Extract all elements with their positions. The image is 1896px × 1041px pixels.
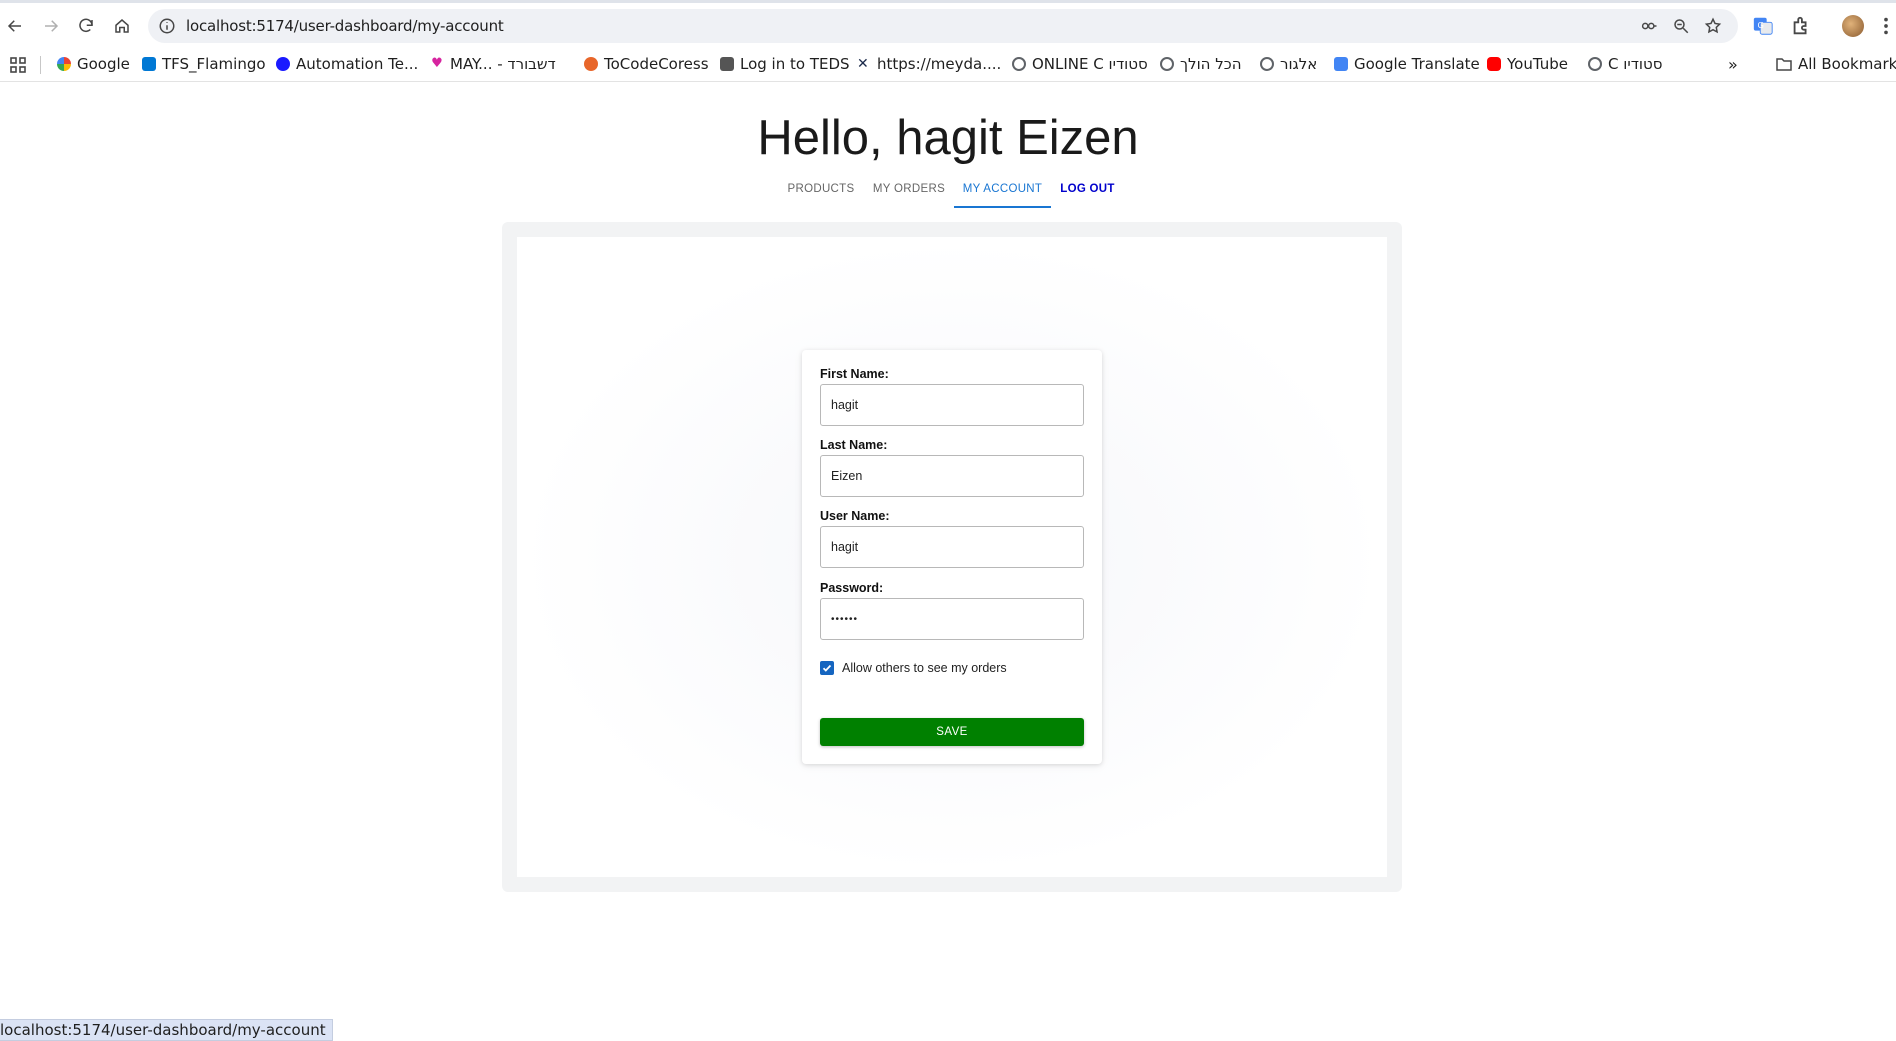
globe-icon	[1588, 57, 1602, 71]
bookmark-label: ToCodeCoress	[604, 55, 709, 73]
bookmark-meyda[interactable]: ✕ https://meyda....	[857, 55, 1001, 73]
site-info-icon[interactable]	[158, 17, 176, 35]
home-icon	[115, 19, 129, 33]
svg-text:G: G	[1758, 20, 1764, 30]
apps-grid-icon[interactable]	[10, 57, 26, 73]
bookmark-label: Automation Te...	[296, 55, 419, 73]
bookmark-youtube[interactable]: YouTube	[1487, 55, 1568, 73]
bookmark-tfs-flamingo[interactable]: TFS_Flamingo	[142, 55, 266, 73]
tab-my-account[interactable]: MY ACCOUNT	[954, 180, 1051, 208]
account-form: First Name: Last Name: User Name: Passwo…	[802, 350, 1102, 764]
bookmark-label: Google	[77, 55, 130, 73]
bookmark-tocode[interactable]: ToCodeCoress	[584, 55, 709, 73]
profile-avatar[interactable]	[1842, 15, 1864, 37]
bookmark-may-dashboard[interactable]: ♥ MAY... - דשבורד	[430, 55, 556, 73]
bookmark-label: MAY... - דשבורד	[450, 55, 556, 73]
bookmark-c-studio[interactable]: C סטודיו	[1588, 55, 1662, 73]
first-name-field[interactable]	[820, 384, 1084, 426]
allow-orders-label[interactable]: Allow others to see my orders	[842, 661, 1007, 675]
chrome-menu-icon[interactable]	[1880, 15, 1892, 37]
save-button[interactable]: SAVE	[820, 718, 1084, 746]
bookmark-label: https://meyda....	[877, 55, 1002, 73]
tab-log-out[interactable]: LOG OUT	[1055, 180, 1120, 208]
tab-products[interactable]: PRODUCTS	[780, 180, 862, 208]
bookmark-online-studio[interactable]: ONLINE C סטודיו	[1012, 55, 1148, 73]
chevron-double-right-icon: »	[1728, 54, 1738, 74]
all-bookmarks-label: All Bookmarks	[1798, 55, 1896, 73]
p-circle-icon	[276, 57, 290, 71]
tab-my-orders[interactable]: MY ORDERS	[866, 180, 952, 208]
bookmark-algor[interactable]: אלגור	[1260, 55, 1317, 73]
bookmark-google[interactable]: Google	[57, 55, 130, 73]
bookmarks-separator	[40, 56, 41, 74]
heart-icon: ♥	[431, 56, 443, 71]
bookmark-label: הכל הולך	[1180, 55, 1242, 73]
bookmark-teds[interactable]: Log in to TEDS	[720, 55, 850, 73]
last-name-field[interactable]	[820, 455, 1084, 497]
more-bookmarks-button[interactable]: »	[1728, 54, 1738, 74]
reload-button[interactable]	[71, 11, 101, 41]
first-name-label: First Name:	[820, 367, 889, 381]
all-bookmarks-button[interactable]: All Bookmarks	[1776, 55, 1896, 73]
zoom-icon[interactable]	[1672, 17, 1690, 35]
translate-icon	[1334, 57, 1348, 71]
tocode-icon	[584, 57, 598, 71]
translate-extension-icon[interactable]: G	[1752, 15, 1774, 37]
status-bar-url: localhost:5174/user-dashboard/my-account	[0, 1019, 333, 1041]
user-name-field[interactable]	[820, 526, 1084, 568]
bookmark-label: ONLINE C סטודיו	[1032, 55, 1148, 73]
page-title: Hello, hagit Eizen	[757, 111, 1139, 165]
folder-icon	[1776, 58, 1792, 71]
bookmark-google-translate[interactable]: Google Translate	[1334, 55, 1480, 73]
globe-icon	[1260, 57, 1274, 71]
allow-orders-checkbox[interactable]	[820, 661, 834, 675]
arrow-right-icon	[45, 20, 59, 32]
browser-toolbar: localhost:5174/user-dashboard/my-account…	[0, 0, 1896, 46]
bookmarks-bar: Google TFS_Flamingo Automation Te... ♥ M…	[0, 46, 1896, 82]
password-key-icon[interactable]	[1640, 17, 1658, 35]
forward-button[interactable]	[36, 11, 66, 41]
password-field[interactable]	[820, 598, 1084, 640]
bookmark-hakol-holech[interactable]: הכל הולך	[1160, 55, 1242, 73]
address-bar[interactable]: localhost:5174/user-dashboard/my-account	[148, 9, 1738, 43]
youtube-icon	[1487, 57, 1501, 71]
globe-icon	[1160, 57, 1174, 71]
arrow-left-icon	[7, 20, 21, 32]
bookmark-label: C סטודיו	[1608, 55, 1663, 73]
main-nav-tabs: PRODUCTS MY ORDERS MY ACCOUNT LOG OUT	[0, 180, 1896, 208]
password-label: Password:	[820, 581, 884, 595]
user-name-label: User Name:	[820, 509, 890, 523]
reload-icon	[79, 18, 93, 33]
google-icon	[57, 57, 71, 71]
bookmark-label: אלגור	[1280, 55, 1318, 73]
bookmark-label: Google Translate	[1354, 55, 1480, 73]
bookmark-star-icon[interactable]	[1704, 17, 1722, 35]
x-logo-icon: ✕	[857, 56, 869, 72]
bookmark-label: YouTube	[1507, 55, 1568, 73]
extensions-puzzle-icon[interactable]	[1790, 15, 1812, 37]
azure-devops-icon	[142, 57, 156, 71]
allow-orders-row[interactable]: Allow others to see my orders	[820, 660, 1007, 676]
bookmark-automation[interactable]: Automation Te...	[276, 55, 418, 73]
checkmark-icon	[822, 664, 832, 672]
home-button[interactable]	[107, 11, 137, 41]
last-name-label: Last Name:	[820, 438, 888, 452]
url-text[interactable]: localhost:5174/user-dashboard/my-account	[186, 17, 504, 35]
back-button[interactable]	[0, 11, 30, 41]
bookmark-label: Log in to TEDS	[740, 55, 850, 73]
globe-icon	[1012, 57, 1026, 71]
bookmark-label: TFS_Flamingo	[162, 55, 266, 73]
teds-icon	[720, 57, 734, 71]
